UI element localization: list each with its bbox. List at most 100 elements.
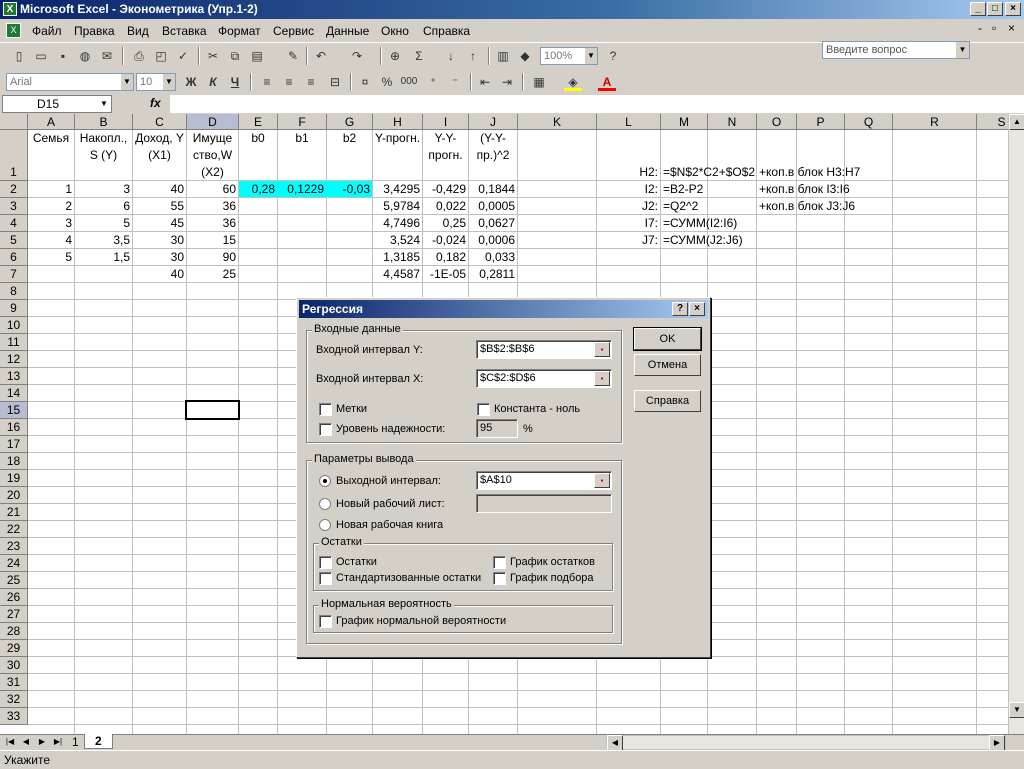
data-cell[interactable]: -0,03 xyxy=(327,181,370,198)
column-header-J[interactable]: J xyxy=(469,114,518,130)
column-header-F[interactable]: F xyxy=(278,114,327,130)
header-cell-I[interactable]: Y-Y-прогн. xyxy=(423,130,468,181)
menu-window[interactable]: Окно xyxy=(381,24,409,38)
data-cell[interactable]: 3,524 xyxy=(373,232,420,249)
note-cell-formula[interactable]: =$N$2*C2+$O$2 xyxy=(663,164,755,181)
column-header-D[interactable]: D xyxy=(187,114,239,130)
align-right-icon[interactable]: ≡ xyxy=(302,73,320,91)
scroll-up-icon[interactable]: ▲ xyxy=(1009,114,1024,130)
note-cell-comment[interactable]: +коп.в блок I3:I6 xyxy=(759,181,850,198)
row-header-13[interactable]: 13 xyxy=(0,368,28,385)
currency-icon[interactable]: ¤ xyxy=(356,73,374,91)
data-cell[interactable]: 30 xyxy=(133,249,184,266)
data-cell[interactable]: 3,5 xyxy=(75,232,130,249)
column-header-I[interactable]: I xyxy=(423,114,469,130)
open-icon[interactable]: ▭ xyxy=(32,47,50,65)
header-cell-B[interactable]: Накопл., S (Y) xyxy=(75,130,132,181)
data-cell[interactable]: 0,25 xyxy=(423,215,466,232)
data-cell[interactable]: 5 xyxy=(28,249,72,266)
row-header-31[interactable]: 31 xyxy=(0,674,28,691)
print-preview-icon[interactable]: ◰ xyxy=(152,47,170,65)
column-header-E[interactable]: E xyxy=(239,114,278,130)
data-cell[interactable]: 4,4587 xyxy=(373,266,420,283)
scroll-left-icon[interactable]: ◀ xyxy=(607,735,623,751)
row-header-11[interactable]: 11 xyxy=(0,334,28,351)
output-range-field[interactable]: $A$10 ▪ xyxy=(476,471,612,490)
data-cell[interactable]: 4,7496 xyxy=(373,215,420,232)
row-header-26[interactable]: 26 xyxy=(0,589,28,606)
undo-icon[interactable]: ↶ xyxy=(312,47,330,65)
note-cell-label[interactable]: J2: xyxy=(597,198,658,215)
residual-plot-checkbox[interactable] xyxy=(493,556,506,569)
format-painter-icon[interactable]: ✎ xyxy=(284,47,302,65)
menu-file[interactable]: Файл xyxy=(32,24,62,38)
header-cell-J[interactable]: (Y-Y-пр.)^2 xyxy=(469,130,517,181)
normal-plot-checkbox[interactable] xyxy=(319,615,332,628)
std-residuals-checkbox[interactable] xyxy=(319,572,332,585)
next-sheet-icon[interactable]: ▶ xyxy=(34,735,50,751)
column-header-G[interactable]: G xyxy=(327,114,373,130)
cancel-button[interactable]: Отмена xyxy=(634,354,701,376)
collapse-dialog-icon[interactable]: ▪ xyxy=(594,342,610,357)
header-cell-E[interactable]: b0 xyxy=(239,130,277,181)
row-header-9[interactable]: 9 xyxy=(0,300,28,317)
column-header-N[interactable]: N xyxy=(708,114,757,130)
fill-color-icon[interactable]: ◈ xyxy=(564,73,582,91)
data-cell[interactable]: 90 xyxy=(187,249,236,266)
data-cell[interactable]: 1,5 xyxy=(75,249,130,266)
align-left-icon[interactable]: ≡ xyxy=(258,73,276,91)
row-header-19[interactable]: 19 xyxy=(0,470,28,487)
data-cell[interactable]: -0,429 xyxy=(423,181,466,198)
prev-sheet-icon[interactable]: ◀ xyxy=(18,735,34,751)
input-y-field[interactable]: $B$2:$B$6 ▪ xyxy=(476,340,612,359)
decrease-decimal-icon[interactable]: ⁻ xyxy=(446,73,464,91)
data-cell[interactable]: 3 xyxy=(75,181,130,198)
autosum-icon[interactable]: Σ xyxy=(410,47,428,65)
data-cell[interactable]: 60 xyxy=(187,181,236,198)
font-size-select[interactable]: 10 ▼ xyxy=(136,73,176,91)
confidence-checkbox[interactable] xyxy=(319,423,332,436)
menu-view[interactable]: Вид xyxy=(127,24,149,38)
note-cell-label[interactable]: J7: xyxy=(597,232,658,249)
cut-icon[interactable]: ✂ xyxy=(204,47,222,65)
increase-indent-icon[interactable]: ⇥ xyxy=(498,73,516,91)
maximize-button[interactable]: □ xyxy=(987,2,1003,16)
residuals-checkbox[interactable] xyxy=(319,556,332,569)
select-all-corner[interactable] xyxy=(0,114,28,130)
ok-button[interactable]: OK xyxy=(633,327,702,351)
data-cell[interactable]: 1,3185 xyxy=(373,249,420,266)
scroll-down-icon[interactable]: ▼ xyxy=(1009,702,1024,718)
spelling-icon[interactable]: ✓ xyxy=(174,47,192,65)
data-cell[interactable]: 5 xyxy=(75,215,130,232)
underline-button[interactable]: Ч xyxy=(226,73,244,91)
column-header-B[interactable]: B xyxy=(75,114,133,130)
note-cell-comment[interactable]: +коп.в блок J3:J6 xyxy=(759,198,855,215)
data-cell[interactable]: 36 xyxy=(187,215,236,232)
data-cell[interactable]: 0,0006 xyxy=(469,232,515,249)
row-header-32[interactable]: 32 xyxy=(0,691,28,708)
print-icon[interactable]: ⎙ xyxy=(130,47,148,65)
data-cell[interactable]: 0,1229 xyxy=(278,181,324,198)
zoom-select[interactable]: 100% ▼ xyxy=(540,47,598,65)
row-header-7[interactable]: 7 xyxy=(0,266,28,283)
row-header-17[interactable]: 17 xyxy=(0,436,28,453)
data-cell[interactable]: 0,2811 xyxy=(469,266,515,283)
row-header-22[interactable]: 22 xyxy=(0,521,28,538)
first-sheet-icon[interactable]: |◀ xyxy=(2,735,18,751)
chevron-down-icon[interactable]: ▼ xyxy=(163,74,175,90)
chevron-down-icon[interactable]: ▼ xyxy=(121,74,133,90)
new-sheet-field[interactable] xyxy=(476,494,612,513)
menu-format[interactable]: Формат xyxy=(218,24,261,38)
data-cell[interactable]: 30 xyxy=(133,232,184,249)
new-book-radio[interactable] xyxy=(319,519,331,531)
data-cell[interactable]: 5,9784 xyxy=(373,198,420,215)
constant-zero-checkbox[interactable] xyxy=(477,403,490,416)
column-header-M[interactable]: M xyxy=(661,114,708,130)
data-cell[interactable]: 45 xyxy=(133,215,184,232)
row-header-5[interactable]: 5 xyxy=(0,232,28,249)
copy-icon[interactable]: ⧉ xyxy=(226,47,244,65)
row-header-6[interactable]: 6 xyxy=(0,249,28,266)
horizontal-scrollbar[interactable]: ◀ ▶ xyxy=(606,735,1006,751)
confidence-field[interactable]: 95 xyxy=(476,419,518,438)
note-cell-formula[interactable]: =СУММ(J2:J6) xyxy=(663,232,755,249)
